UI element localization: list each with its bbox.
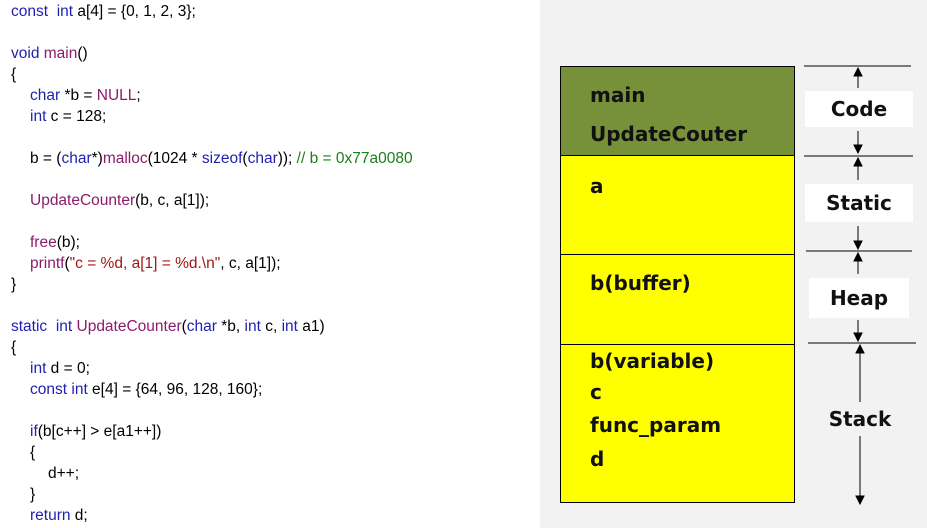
stack-segment-label: Stack: [828, 407, 892, 431]
stack-bottom-arrowhead: [855, 495, 865, 506]
segment-boundary-arrows: [804, 65, 916, 506]
static-segment-label: Static: [805, 184, 913, 222]
heap-segment-label: Heap: [809, 278, 909, 318]
code-top-arrowhead: [853, 66, 863, 77]
code-segment-label: Code: [805, 91, 913, 127]
static-bottom-arrowhead: [853, 240, 863, 251]
stack-top-arrowhead: [855, 343, 865, 354]
heap-top-arrowhead: [853, 251, 863, 262]
static-top-arrowhead: [853, 156, 863, 167]
heap-bottom-arrowhead: [853, 332, 863, 343]
code-bottom-arrowhead: [853, 144, 863, 155]
